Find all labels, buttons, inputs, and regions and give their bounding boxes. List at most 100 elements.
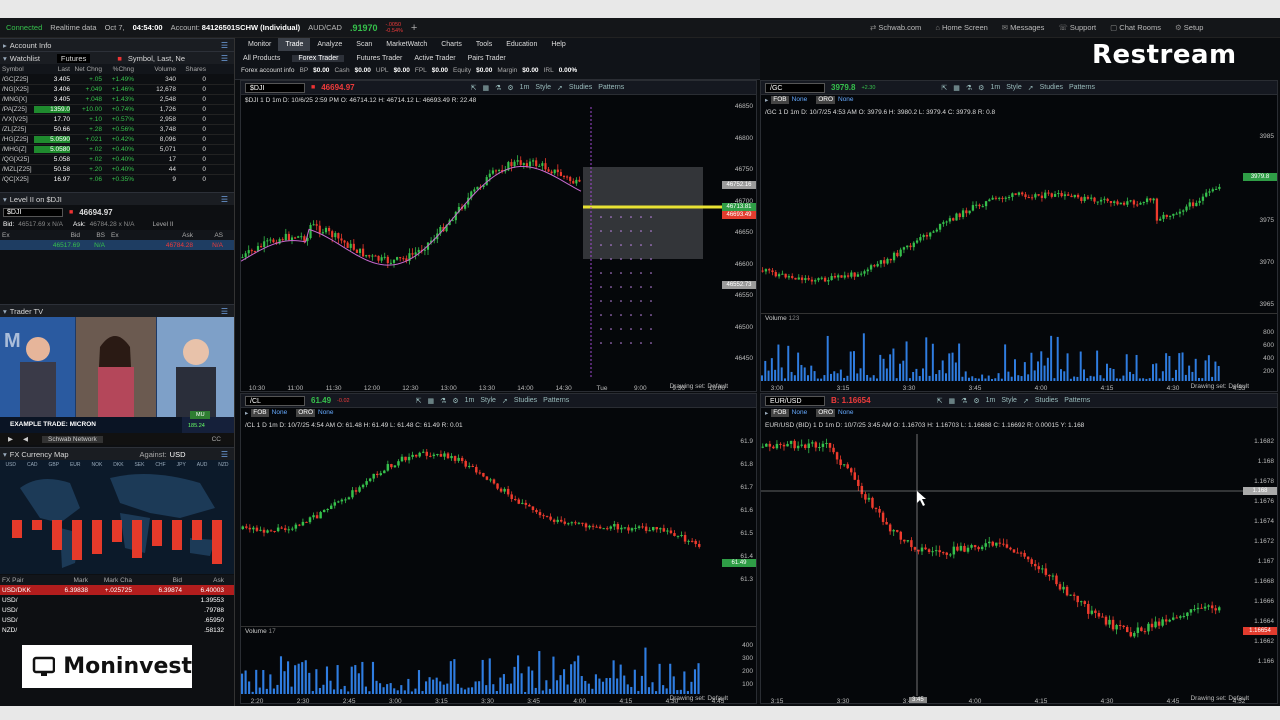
tab-marketwatch[interactable]: MarketWatch [379, 38, 434, 51]
gc-drawing-set[interactable]: Drawing set: Default [1190, 383, 1249, 390]
fx-row[interactable]: USD/ .65950 [0, 615, 234, 625]
watchlist-row[interactable]: /QG[X25] 5.058 +.02 +0.40% 17 0 [0, 154, 234, 164]
cursor-icon[interactable]: ➚ [1028, 84, 1034, 92]
chat-rooms-link[interactable]: ▢ Chat Rooms [1110, 23, 1161, 32]
fx-strength-bar[interactable] [132, 520, 142, 558]
schwab-link[interactable]: ⇄ Schwab.com [870, 23, 921, 32]
fx-strength-bar[interactable] [172, 520, 182, 550]
share-icon[interactable]: ⇱ [471, 84, 477, 92]
col-volume[interactable]: Volume [134, 66, 176, 73]
watchlist-row[interactable]: /QC[X25] 16.97 +.06 +0.35% 9 0 [0, 174, 234, 184]
col-net-chng[interactable]: Net Chng [70, 66, 102, 73]
watchlist-row[interactable]: /HG[Z25] 5.0590 +.021 +0.42% 8,096 0 [0, 134, 234, 144]
watchlist-select[interactable]: Futures [56, 53, 91, 63]
flask-icon[interactable]: ⚗ [495, 84, 501, 92]
gear-icon[interactable]: ⚙ [507, 84, 513, 92]
add-icon[interactable]: + [411, 22, 417, 34]
col-last[interactable]: Last [34, 66, 70, 73]
flag-icon[interactable]: ■ [117, 54, 122, 63]
fx-strength-bar[interactable] [192, 520, 202, 540]
col-symbol[interactable]: Symbol [0, 66, 34, 73]
tab-education[interactable]: Education [499, 38, 544, 51]
fx-strength-bar[interactable] [72, 520, 82, 560]
account-info-header[interactable]: ▸ Account Info ☰ [0, 38, 234, 51]
fx-row[interactable]: USD/DKK 6.39838 +.025725 6.39874 6.40003 [0, 585, 234, 595]
watchlist-row[interactable]: /ZL[Z25] 50.66 +.28 +0.56% 3,748 0 [0, 124, 234, 134]
subtab-all-products[interactable]: All Products [243, 55, 280, 62]
subtab-futures-trader[interactable]: Futures Trader [356, 55, 402, 62]
collapse-icon[interactable]: ▾ [3, 54, 7, 63]
dji-patterns-button[interactable]: Patterns [598, 84, 624, 91]
fx-strength-bar[interactable] [92, 520, 102, 554]
cl-style-button[interactable]: Style [480, 397, 496, 404]
gc-volume-plot[interactable] [761, 325, 1253, 381]
share-icon[interactable]: ⇱ [937, 397, 943, 405]
watchlist-row[interactable]: /GC[Z25] 3.405 +.05 +1.49% 340 0 [0, 74, 234, 84]
cursor-icon[interactable]: ➚ [557, 84, 563, 92]
support-link[interactable]: ☏ Support [1058, 23, 1096, 32]
menu-icon[interactable]: ☰ [221, 41, 228, 50]
dji-style-button[interactable]: Style [535, 84, 551, 91]
fx-strength-bar[interactable] [212, 520, 222, 564]
watchlist-row[interactable]: /MNG[X] 3.405 +.048 +1.43% 2,548 0 [0, 94, 234, 104]
level2-row[interactable]: 46517.69 N/A 46784.28 N/A [0, 240, 234, 250]
layout-icon[interactable]: ▦ [953, 84, 960, 92]
cl-symbol-input[interactable]: /CL [245, 395, 305, 406]
eur-drawing-set[interactable]: Drawing set: Default [1190, 695, 1249, 702]
watchlist-row[interactable]: /PA[Z25] 1359.0 +10.00 +0.74% 1,726 0 [0, 104, 234, 114]
oro-badge[interactable]: ORO [816, 96, 835, 104]
eur-symbol-input[interactable]: EUR/USD [765, 395, 825, 406]
eur-interval[interactable]: 1m [986, 397, 996, 404]
fx-strength-bar[interactable] [152, 520, 162, 546]
layout-icon[interactable]: ▦ [482, 84, 489, 92]
layout-icon[interactable]: ▦ [427, 397, 434, 405]
cl-chart-plot[interactable] [241, 434, 732, 624]
fx-row[interactable]: USD/1.39553 [0, 595, 234, 605]
gear-icon[interactable]: ⚙ [978, 84, 984, 92]
fx-strength-bar[interactable] [112, 520, 122, 542]
fob-badge[interactable]: FOB [771, 409, 789, 417]
subtab-active-trader[interactable]: Active Trader [414, 55, 455, 62]
cl-volume-plot[interactable] [241, 638, 732, 694]
fx-strength-bar[interactable] [32, 520, 42, 530]
tab-tools[interactable]: Tools [469, 38, 499, 51]
flag-icon[interactable]: ■ [69, 209, 73, 216]
flag-icon[interactable]: ■ [311, 84, 315, 91]
cursor-icon[interactable]: ➚ [1023, 397, 1029, 405]
cl-patterns-button[interactable]: Patterns [543, 397, 569, 404]
dji-symbol-input[interactable]: $DJI [245, 82, 305, 93]
gc-style-button[interactable]: Style [1006, 84, 1022, 91]
subtab-pairs-trader[interactable]: Pairs Trader [468, 55, 506, 62]
fx-strength-bar[interactable] [12, 520, 22, 538]
fob-badge[interactable]: FOB [251, 409, 269, 417]
tab-analyze[interactable]: Analyze [310, 38, 349, 51]
col-pct-chng[interactable]: %Chng [102, 66, 134, 73]
gc-interval[interactable]: 1m [990, 84, 1000, 91]
subtab-forex-trader[interactable]: Forex Trader [292, 54, 345, 62]
menu-icon[interactable]: ☰ [221, 54, 228, 63]
eur-patterns-button[interactable]: Patterns [1064, 397, 1090, 404]
share-icon[interactable]: ⇱ [416, 397, 422, 405]
flask-icon[interactable]: ⚗ [961, 397, 967, 405]
account-select[interactable]: 84126501SCHW (Individual) [202, 23, 300, 32]
expand-icon[interactable]: ▸ [3, 41, 7, 50]
dji-drawing-set[interactable]: Drawing set: Default [669, 383, 728, 390]
menu-icon[interactable]: ☰ [221, 307, 228, 316]
eur-style-button[interactable]: Style [1001, 397, 1017, 404]
gc-studies-button[interactable]: Studies [1040, 84, 1063, 91]
oro-badge[interactable]: ORO [296, 409, 315, 417]
messages-link[interactable]: ✉ Messages [1002, 23, 1045, 32]
collapse-icon[interactable]: ▾ [3, 195, 7, 204]
dji-chart-plot[interactable] [241, 107, 731, 377]
cursor-icon[interactable]: ➚ [502, 397, 508, 405]
trader-tv-video[interactable]: M EXAMPLE TRADE: MICRON MU 185.24 ▶ ◀ Sc… [0, 317, 234, 445]
setup-link[interactable]: ⚙ Setup [1175, 23, 1203, 32]
dji-studies-button[interactable]: Studies [569, 84, 592, 91]
tab-help[interactable]: Help [544, 38, 572, 51]
fx-strength-bar[interactable] [52, 520, 62, 550]
watchlist-row[interactable]: /VX[V25] 17.70 +.10 +0.57% 2,958 0 [0, 114, 234, 124]
fob-badge[interactable]: FOB [771, 96, 789, 104]
menu-icon[interactable]: ☰ [221, 450, 228, 459]
watchlist-row[interactable]: /MHG[Z] 5.0580 +.02 +0.40% 5,071 0 [0, 144, 234, 154]
menu-icon[interactable]: ☰ [221, 195, 228, 204]
